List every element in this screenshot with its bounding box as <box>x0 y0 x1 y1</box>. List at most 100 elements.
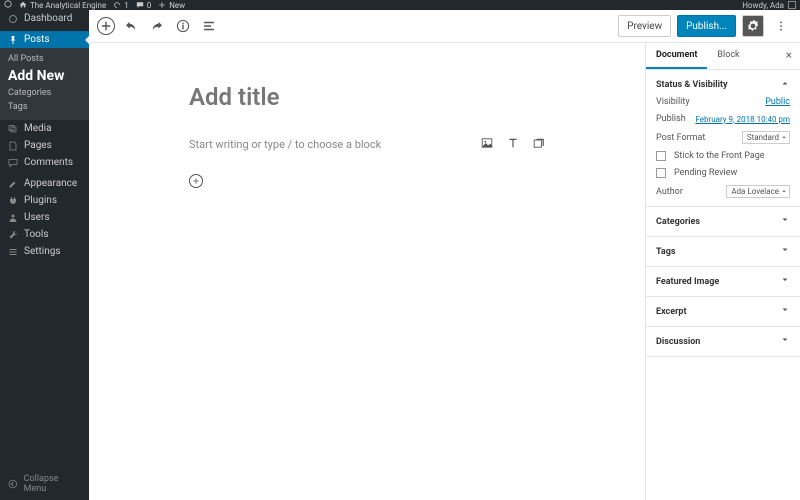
tab-block[interactable]: Block <box>707 43 749 69</box>
panel-tags-toggle[interactable]: Tags <box>656 245 790 258</box>
chevron-down-icon <box>780 275 790 288</box>
editor-canvas[interactable] <box>89 43 645 500</box>
updates-link[interactable]: 1 <box>113 1 129 10</box>
panel-excerpt-toggle[interactable]: Excerpt <box>656 305 790 318</box>
pin-icon <box>8 35 18 45</box>
submenu-add-new[interactable]: Add New <box>0 66 89 86</box>
author-select[interactable]: Ada Lovelace <box>726 185 790 198</box>
panel-title: Status & Visibility <box>656 80 728 90</box>
post-format-label: Post Format <box>656 133 705 143</box>
post-format-select[interactable]: Standard <box>742 131 790 144</box>
sidebar-item-comments[interactable]: Comments <box>0 154 89 171</box>
gallery-block-icon[interactable] <box>533 137 545 152</box>
panel-categories: Categories <box>646 207 800 237</box>
collapse-menu[interactable]: Collapse Menu <box>0 468 89 500</box>
close-sidebar[interactable]: × <box>778 43 800 69</box>
panel-featured-toggle[interactable]: Featured Image <box>656 275 790 288</box>
sidebar-item-settings[interactable]: Settings <box>0 243 89 260</box>
panel-excerpt: Excerpt <box>646 297 800 327</box>
sidebar-submenu-posts: All Posts Add New Categories Tags <box>0 48 89 120</box>
chevron-down-icon <box>780 245 790 258</box>
chevron-down-icon <box>780 215 790 228</box>
sidebar-label: Tools <box>24 229 48 240</box>
image-block-icon[interactable] <box>481 137 493 152</box>
sidebar-label: Appearance <box>24 178 77 189</box>
panel-status: Status & Visibility VisibilityPublic Pub… <box>646 70 800 207</box>
heading-block-icon[interactable] <box>507 137 519 152</box>
sidebar-label: Settings <box>24 246 61 257</box>
block-shortcut-icons <box>481 137 545 152</box>
sidebar-item-plugins[interactable]: Plugins <box>0 192 89 209</box>
visibility-value[interactable]: Public <box>765 97 790 107</box>
visibility-label: Visibility <box>656 97 690 107</box>
brush-icon <box>8 179 18 189</box>
panel-categories-toggle[interactable]: Categories <box>656 215 790 228</box>
sidebar-label: Posts <box>24 34 50 45</box>
sidebar-label: Pages <box>24 140 52 151</box>
settings-toggle[interactable] <box>742 15 764 37</box>
comments-link[interactable]: 0 <box>136 1 152 10</box>
user-icon <box>8 213 18 223</box>
undo-icon <box>124 19 138 33</box>
gear-icon <box>747 20 759 32</box>
panel-discussion-toggle[interactable]: Discussion <box>656 335 790 348</box>
admin-bar: The Analytical Engine 1 0 New Howdy, Ada <box>0 0 800 10</box>
dashboard-icon <box>8 14 18 24</box>
sidebar-label: Media <box>24 123 52 134</box>
howdy-text[interactable]: Howdy, Ada <box>742 1 784 10</box>
submenu-tags[interactable]: Tags <box>0 100 89 114</box>
sidebar-label: Plugins <box>24 195 57 206</box>
sidebar-item-media[interactable]: Media <box>0 120 89 137</box>
list-icon <box>202 19 216 33</box>
sidebar-item-pages[interactable]: Pages <box>0 137 89 154</box>
add-block-inline[interactable] <box>189 174 203 188</box>
sidebar-item-posts[interactable]: Posts <box>0 31 89 48</box>
plus-icon <box>192 177 200 185</box>
sliders-icon <box>8 247 18 257</box>
panel-title: Excerpt <box>656 307 687 317</box>
panel-status-toggle[interactable]: Status & Visibility <box>656 78 790 91</box>
media-icon <box>8 124 18 134</box>
redo-icon <box>150 19 164 33</box>
tab-document[interactable]: Document <box>646 43 707 69</box>
preview-button[interactable]: Preview <box>618 15 671 37</box>
collapse-label: Collapse Menu <box>24 474 81 494</box>
redo-button[interactable] <box>147 16 167 36</box>
panel-featured-image: Featured Image <box>646 267 800 297</box>
plug-icon <box>8 196 18 206</box>
comment-icon <box>136 1 144 9</box>
stick-checkbox[interactable]: Stick to the Front Page <box>656 151 790 161</box>
chevron-up-icon <box>780 78 790 91</box>
editor-toolbar: Preview Publish... <box>89 10 800 43</box>
avatar-icon[interactable] <box>788 1 796 9</box>
pending-checkbox[interactable]: Pending Review <box>656 168 790 178</box>
post-body-input[interactable] <box>189 138 481 151</box>
panel-discussion: Discussion <box>646 327 800 357</box>
sidebar-item-appearance[interactable]: Appearance <box>0 175 89 192</box>
home-icon <box>19 1 27 9</box>
submenu-categories[interactable]: Categories <box>0 86 89 100</box>
sidebar-label: Dashboard <box>24 13 72 24</box>
publish-date-value[interactable]: February 9, 2018 10:40 pm <box>695 115 790 124</box>
site-link[interactable]: The Analytical Engine <box>19 1 106 10</box>
kebab-icon <box>775 20 787 32</box>
add-block-button[interactable] <box>97 17 115 35</box>
post-title-input[interactable] <box>189 83 545 111</box>
sidebar-item-users[interactable]: Users <box>0 209 89 226</box>
outline-button[interactable] <box>199 16 219 36</box>
refresh-icon <box>113 1 121 9</box>
sidebar-item-tools[interactable]: Tools <box>0 226 89 243</box>
undo-button[interactable] <box>121 16 141 36</box>
plus-icon <box>158 1 166 9</box>
more-menu[interactable] <box>770 15 792 37</box>
new-link[interactable]: New <box>158 1 185 10</box>
checkbox-icon <box>656 151 666 161</box>
submenu-all-posts[interactable]: All Posts <box>0 52 89 66</box>
wp-logo-icon[interactable] <box>4 0 12 10</box>
author-label: Author <box>656 187 683 197</box>
sidebar-label: Comments <box>24 157 73 168</box>
info-button[interactable] <box>173 16 193 36</box>
admin-sidebar: Dashboard Posts All Posts Add New Catego… <box>0 10 89 500</box>
publish-button[interactable]: Publish... <box>677 15 736 37</box>
sidebar-item-dashboard[interactable]: Dashboard <box>0 10 89 27</box>
